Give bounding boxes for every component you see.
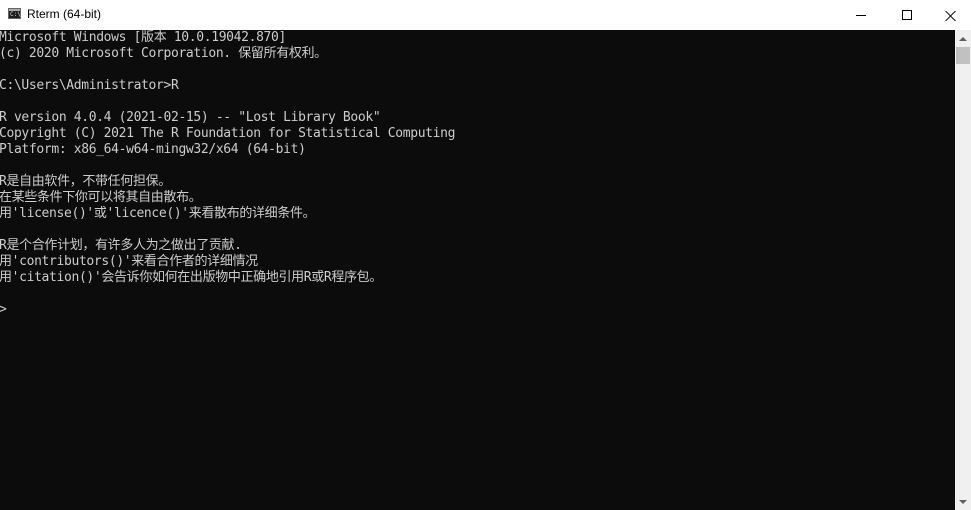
scroll-thumb[interactable]	[956, 47, 970, 64]
arrow-down-icon	[959, 499, 967, 504]
maximize-icon	[902, 10, 912, 20]
console-line: 用'license()'或'licence()'来看散布的详细条件。	[0, 206, 316, 221]
scroll-down-button[interactable]	[955, 493, 971, 510]
console-line: Copyright (C) 2021 The R Foundation for …	[0, 126, 456, 141]
arrow-up-icon	[959, 36, 967, 41]
console-line: 用'citation()'会告诉你如何在出版物中正确地引用R或R程序包。	[0, 270, 382, 285]
console-line: 在某些条件下你可以将其自由散布。	[0, 190, 202, 205]
vertical-scrollbar[interactable]	[955, 30, 971, 510]
minimize-button[interactable]	[838, 0, 884, 30]
minimize-icon	[856, 14, 866, 16]
close-icon	[945, 10, 956, 21]
console-line: R是自由软件，不带任何担保。	[0, 174, 171, 189]
maximize-button[interactable]	[884, 0, 930, 30]
console-output[interactable]: Microsoft Windows [版本 10.0.19042.870] (c)…	[0, 30, 955, 510]
console-line: (c) 2020 Microsoft Corporation. 保留所有权利。	[0, 46, 327, 61]
title-bar[interactable]: C:\ Rterm (64-bit)	[0, 0, 971, 30]
console-icon[interactable]: C:\	[8, 8, 21, 19]
console-line: R version 4.0.4 (2021-02-15) -- "Lost Li…	[0, 110, 381, 125]
console-line: R是个合作计划，有许多人为之做出了贡献.	[0, 238, 242, 253]
console-line: Microsoft Windows [版本 10.0.19042.870]	[0, 30, 286, 45]
close-button[interactable]	[930, 0, 971, 30]
console-line: Platform: x86_64-w64-mingw32/x64 (64-bit…	[0, 142, 306, 157]
rterm-window: C:\ Rterm (64-bit) Microsoft Windows [版本…	[0, 0, 971, 510]
command-prompt: >	[0, 302, 7, 317]
console-line: 用'contributors()'来看合作者的详细情况	[0, 254, 258, 269]
console-line: C:\Users\Administrator>R	[0, 78, 179, 93]
window-title: Rterm (64-bit)	[27, 7, 102, 21]
console-icon-label: C:\	[10, 11, 21, 18]
scroll-up-button[interactable]	[955, 30, 971, 47]
